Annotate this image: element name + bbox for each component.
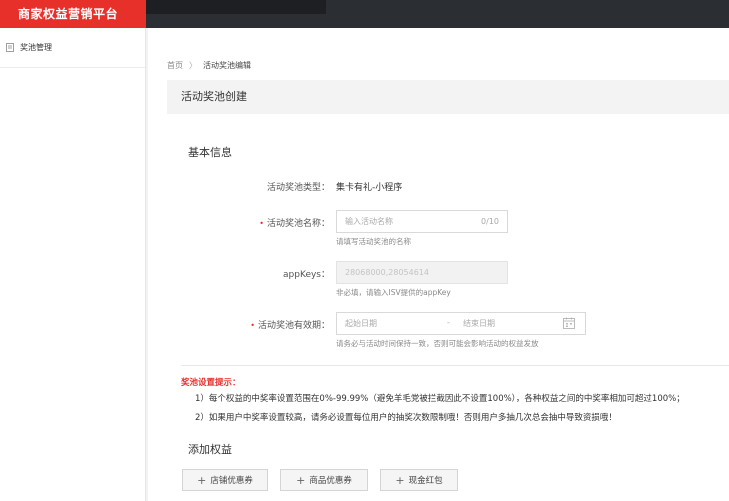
plus-icon: + [395,473,405,487]
plus-icon: + [296,473,306,487]
list-icon [6,43,14,52]
tooltip-popup [146,0,326,14]
basic-info-title: 基本信息 [188,146,232,159]
add-rights-title: 添加权益 [188,443,232,456]
calendar-icon[interactable] [563,317,575,329]
add-product-coupon-button[interactable]: + 商品优惠券 [280,469,368,491]
page-title: 活动奖池创建 [167,80,729,114]
add-store-coupon-button[interactable]: + 店铺优惠券 [182,469,268,491]
add-cash-red-packet-button[interactable]: + 现金红包 [380,469,458,491]
validity-date-range-picker[interactable]: 起始日期 - 结束日期 [336,312,586,335]
tips-title: 奖池设置提示： [181,378,241,388]
date-separator: - [447,318,450,327]
plus-icon: + [197,473,207,487]
breadcrumb-current: 活动奖池编辑 [203,61,251,70]
breadcrumb-separator: 〉 [189,61,197,70]
pool-name-input[interactable]: 输入活动名称 0/10 [336,210,508,233]
pool-name-placeholder: 输入活动名称 [345,217,393,226]
tip-item: 1）每个权益的中奖率设置范围在0%-99.99%（避免羊毛党被拦截因此不设置10… [195,394,685,404]
pool-name-label: • 活动奖池名称： [259,219,330,229]
app-keys-hint: 非必填，请输入ISV提供的appKey [336,288,451,297]
section-divider [181,365,729,366]
validity-label: • 活动奖池有效期： [250,321,330,331]
app-keys-input[interactable]: 28068000,28054614 [336,261,508,284]
char-counter: 0/10 [481,217,499,226]
brand-logo[interactable]: 商家权益营销平台 [0,0,146,28]
app-keys-value: 28068000,28054614 [345,268,429,277]
main-content: 首页 〉 活动奖池编辑 活动奖池创建 基本信息 活动奖池类型： 集卡有礼-小程序… [148,28,729,501]
end-date-input[interactable]: 结束日期 [463,318,495,329]
sidebar-item-prize-pool-management[interactable]: 奖池管理 [0,28,145,68]
pool-type-value: 集卡有礼-小程序 [336,183,403,193]
start-date-input[interactable]: 起始日期 [345,318,377,329]
tip-item: 2）如果用户中奖率设置较高，请务必设置每位用户的抽奖次数限制哦！否则用户多抽几次… [195,413,617,423]
required-mark: • [259,219,264,228]
add-rights-buttons: + 店铺优惠券 + 商品优惠券 + 现金红包 [182,469,458,491]
required-mark: • [250,321,255,330]
sidebar: 奖池管理 [0,28,146,501]
pool-type-label: 活动奖池类型： [266,183,330,193]
pool-name-hint: 请填写活动奖池的名称 [336,237,411,246]
validity-hint: 请务必与活动时间保持一致，否则可能会影响活动的权益发放 [336,339,539,348]
breadcrumb-home[interactable]: 首页 [167,60,183,71]
app-keys-label: appKeys： [283,270,330,280]
sidebar-item-label: 奖池管理 [20,43,52,52]
breadcrumb: 首页 〉 活动奖池编辑 [167,60,251,71]
